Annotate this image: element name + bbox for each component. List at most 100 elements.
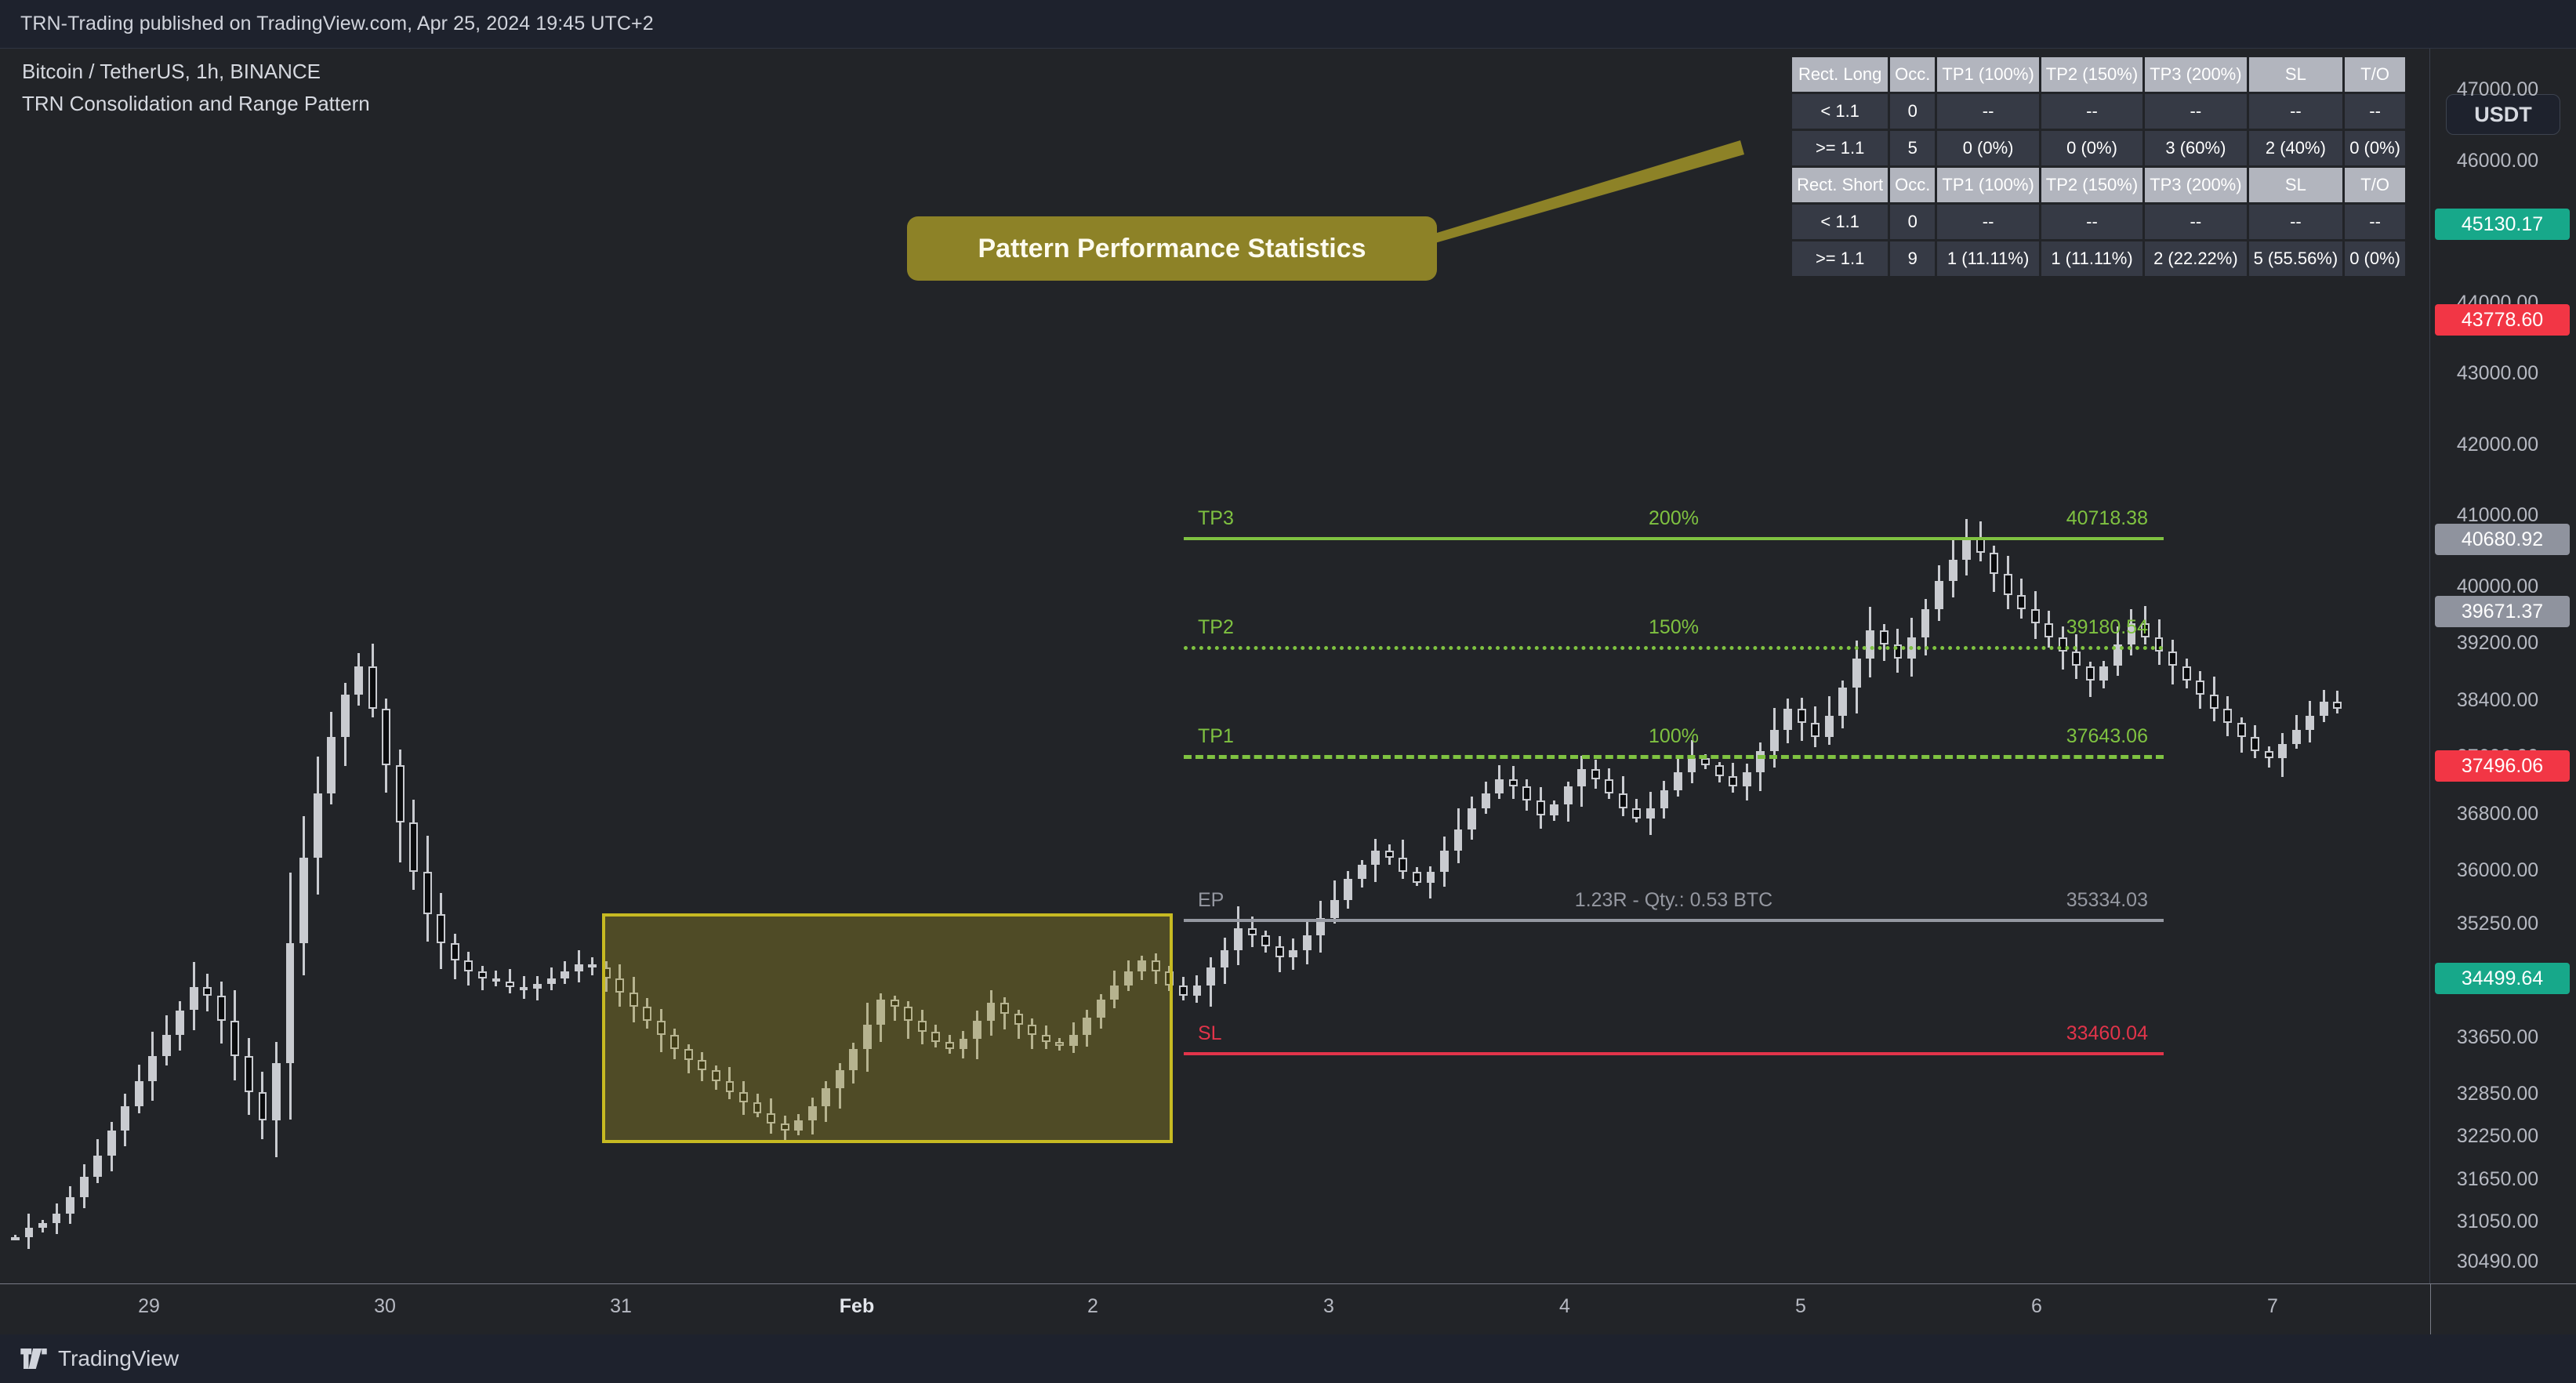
stats-header-row: Rect. Short Occ. TP1 (100%) TP2 (150%) TP3 (… [1792,168,2405,202]
candle-body-down [2209,694,2219,709]
stats-column-header: T/O [2345,57,2405,92]
bottom-bar: TradingView [0,1334,2576,1383]
candle-body-down [2168,652,2177,666]
candlestick [464,49,473,1283]
candle-body-down [1618,793,1627,808]
candlestick [203,49,212,1283]
tp3-line[interactable] [1184,536,2164,540]
candle-body-up [2291,729,2301,745]
candle-body-up [52,1214,61,1224]
candle-body-down [1701,758,1710,766]
sl-value-label: 33460.04 [2066,1022,2148,1044]
price-tick: 36000.00 [2456,859,2539,881]
candle-body-up [285,942,295,1064]
stats-row-label: >= 1.1 [1792,241,1888,276]
price-tick: 32250.00 [2456,1125,2539,1148]
candle-body-up [134,1081,143,1106]
time-tick: 6 [2031,1295,2042,1317]
candle-body-up [1344,879,1353,901]
tp2-line[interactable] [1184,646,2164,651]
legend-symbol[interactable]: Bitcoin / TetherUS, 1h, BINANCE [22,60,370,84]
candlestick [272,49,281,1283]
price-axis[interactable]: USDT 47000.0046000.0045000.0044000.00430… [2430,49,2576,1283]
candle-body-up [1426,872,1435,883]
stats-column-header: TP1 (100%) [1937,57,2039,92]
stats-cell: -- [2345,94,2405,129]
candle-body-down [1536,800,1545,815]
time-tick: 4 [1559,1295,1570,1317]
price-tick: 30490.00 [2456,1250,2539,1272]
stats-cell: 0 (0%) [2345,131,2405,165]
candlestick [354,49,364,1283]
candle-body-down [1384,850,1394,858]
candle-body-down [1729,775,1738,787]
candle-body-down [423,872,432,915]
time-tick: 29 [138,1295,160,1317]
candle-body-down [437,914,446,943]
candlestick [519,49,528,1283]
candlestick [478,49,487,1283]
candle-body-down [1811,722,1820,737]
candle-body-up [340,694,350,737]
candle-body-down [2333,701,2342,709]
tp1-value-label: 37643.06 [2066,725,2148,748]
candle-body-down [2237,722,2246,737]
stats-data-row: >= 1.1 5 0 (0%) 0 (0%) 3 (60%) 2 (40%) 0 (0%) [1792,131,2405,165]
candle-body-down [1880,630,1888,645]
candle-body-down [1990,552,1999,574]
time-tick: 30 [374,1295,396,1317]
stats-column-header: T/O [2345,168,2405,202]
candle-body-up [1371,850,1381,865]
price-tick: 33650.00 [2456,1025,2539,1048]
candle-body-down [1714,765,1724,776]
chart-pane[interactable]: Bitcoin / TetherUS, 1h, BINANCE TRN Cons… [0,49,2430,1283]
stats-data-row: < 1.1 0 -- -- -- -- -- [1792,205,2405,239]
candle-body-up [272,1063,281,1120]
stats-row-label: >= 1.1 [1792,131,1888,165]
candlestick [437,49,446,1283]
candle-body-down [2003,573,2012,595]
pattern-statistics-callout[interactable]: Pattern Performance Statistics [907,216,1437,281]
legend-indicator[interactable]: TRN Consolidation and Range Pattern [22,92,370,116]
price-tick: 40000.00 [2456,575,2539,597]
consolidation-rectangle-pattern[interactable] [602,913,1173,1143]
price-tick: 38400.00 [2456,688,2539,711]
stats-cell: -- [2248,205,2343,239]
candle-body-down [1508,779,1518,787]
pattern-performance-statistics-table[interactable]: Rect. Long Occ. TP1 (100%) TP2 (150%) TP3 (2… [1790,55,2407,278]
candle-body-up [1453,829,1463,851]
time-axis[interactable]: 29 30 31 Feb 2 3 4 5 6 7 [0,1283,2576,1335]
price-tick: 39200.00 [2456,632,2539,655]
candle-body-down [478,971,487,978]
candlestick [588,49,597,1283]
level-badge: 40680.92 [2435,524,2570,556]
tradingview-wordmark: TradingView [58,1346,180,1370]
sl-line[interactable] [1184,1051,2164,1055]
candle-body-up [1468,808,1476,829]
candle-body-up [1962,538,1972,560]
candlestick [79,49,89,1283]
candle-body-up [1495,779,1504,794]
candle-body-down [2072,652,2081,666]
candlestick [107,49,116,1283]
time-tick: 3 [1323,1295,1334,1317]
stats-data-row: < 1.1 0 -- -- -- -- -- [1792,94,2405,129]
candle-body-up [1935,580,1943,610]
candle-body-up [354,666,364,695]
candlestick [382,49,391,1283]
candle-body-down [1179,985,1188,996]
tp2-left-label: TP2 [1198,616,1234,639]
candlestick [11,49,20,1283]
tp1-center-label: 100% [1649,725,1699,748]
candlestick [93,49,103,1283]
ep-line[interactable] [1184,919,2164,923]
tradingview-logo[interactable]: TradingView [20,1346,179,1371]
stats-cell: 2 (40%) [2248,131,2343,165]
candlestick [258,49,267,1283]
candle-body-down [1591,768,1600,780]
tp1-line[interactable] [1184,755,2164,760]
stats-column-header: TP2 (150%) [2041,168,2143,202]
candlestick [546,49,556,1283]
tp1-left-label: TP1 [1198,725,1234,748]
candle-body-up [1824,715,1834,737]
